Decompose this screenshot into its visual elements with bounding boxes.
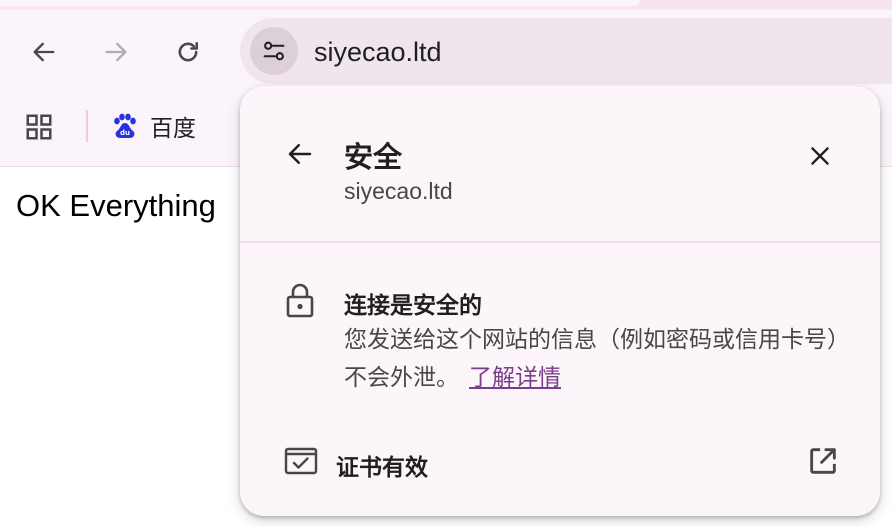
arrow-left-icon xyxy=(288,144,312,164)
reload-icon xyxy=(178,41,199,62)
open-in-new-icon[interactable] xyxy=(806,444,840,478)
certificate-icon xyxy=(284,447,318,475)
apps-button[interactable] xyxy=(22,110,56,144)
reload-button[interactable] xyxy=(164,28,212,76)
address-bar[interactable]: siyecao.ltd xyxy=(240,18,892,84)
connection-title: 连接是安全的 xyxy=(344,292,482,318)
lock-icon xyxy=(286,283,314,318)
page-body-text: OK Everything xyxy=(16,188,216,223)
forward-button[interactable] xyxy=(92,28,140,76)
bookmark-baidu[interactable]: du 百度 xyxy=(110,106,196,146)
popup-back-button[interactable] xyxy=(278,132,322,176)
active-tab[interactable] xyxy=(0,0,640,6)
close-icon xyxy=(811,147,829,165)
connection-description-text: 您发送给这个网站的信息（例如密码或信用卡号）不会外泄。 xyxy=(344,326,839,390)
url-text[interactable]: siyecao.ltd xyxy=(314,37,442,68)
apps-grid-icon xyxy=(26,114,52,140)
site-info-button[interactable] xyxy=(250,27,298,75)
svg-text:du: du xyxy=(120,129,130,137)
certificate-row[interactable]: 证书有效 xyxy=(240,436,880,486)
back-button[interactable] xyxy=(20,28,68,76)
arrow-right-icon xyxy=(105,42,127,62)
popup-close-button[interactable] xyxy=(796,132,844,180)
tune-icon xyxy=(263,41,285,61)
popup-domain: siyecao.ltd xyxy=(344,178,453,204)
popup-divider xyxy=(240,241,880,243)
bookmark-label: 百度 xyxy=(150,115,196,141)
baidu-paw-icon: du xyxy=(114,113,136,138)
popup-title: 安全 xyxy=(344,142,403,174)
tab-strip xyxy=(0,0,892,10)
bookmark-separator xyxy=(86,110,88,142)
certificate-label: 证书有效 xyxy=(336,454,428,480)
learn-more-link[interactable]: 了解详情 xyxy=(469,364,561,390)
arrow-left-icon xyxy=(33,42,55,62)
popup-header: 安全 siyecao.ltd xyxy=(240,86,880,242)
site-security-popup: 安全 siyecao.ltd 连接是安全的 您发送给这个网站的信息（例如密码或信… xyxy=(240,86,880,516)
connection-description: 您发送给这个网站的信息（例如密码或信用卡号）不会外泄。 了解详情 xyxy=(344,320,844,396)
